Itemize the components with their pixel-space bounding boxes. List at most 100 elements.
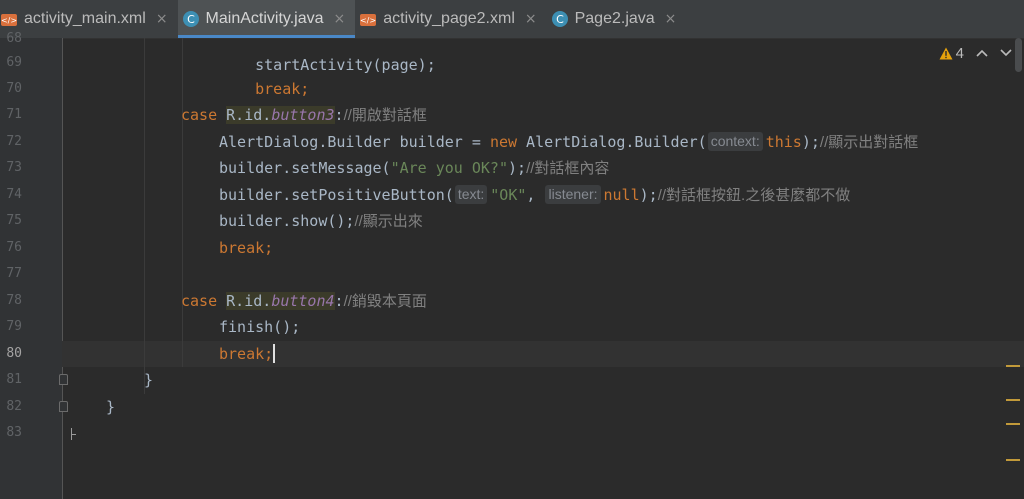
warning-stripe-mark[interactable] — [1006, 399, 1020, 401]
keyword: case — [181, 106, 227, 124]
warning-indicator[interactable]: 4 — [939, 45, 964, 62]
resource-ref: R.id.button4 — [226, 292, 335, 310]
line-number: 81 — [6, 372, 22, 387]
parameter-hint: context: — [707, 132, 763, 151]
line-number: 83 — [6, 425, 22, 440]
close-icon[interactable]: × — [665, 11, 677, 27]
editor-tab-bar: </> activity_main.xml × C MainActivity.j… — [0, 0, 1024, 39]
tab-mainactivity-java[interactable]: C MainActivity.java × — [177, 0, 356, 38]
rid-prefix: R.id. — [226, 106, 272, 124]
code-text: builder.setPositiveButton( — [219, 186, 454, 204]
line-number: 71 — [6, 107, 22, 122]
parameter-hint: text: — [454, 185, 488, 204]
code-line-74: builder.setPositiveButton(text: "OK", lis… — [219, 182, 850, 208]
scrollbar-thumb[interactable] — [1015, 38, 1022, 72]
comment: //顯示出對話框 — [819, 134, 919, 151]
java-class-icon: C — [182, 10, 200, 28]
code-line-69: break; — [219, 50, 309, 98]
code-line-73: builder.setMessage("Are you OK?");//對話框內… — [219, 155, 609, 181]
warning-count: 4 — [955, 45, 964, 62]
indent-guide — [144, 38, 145, 394]
warning-stripe-mark[interactable] — [1006, 459, 1020, 461]
tab-label: activity_page2.xml — [383, 10, 515, 27]
keyword: null — [603, 186, 640, 204]
code-text: ); — [801, 133, 820, 151]
code-text: } — [106, 398, 116, 416]
line-number: 68 — [6, 31, 22, 46]
close-icon[interactable]: × — [334, 11, 346, 27]
comment: //對話框內容 — [526, 160, 610, 177]
line-number: 76 — [6, 240, 22, 255]
warning-icon — [939, 47, 953, 60]
code-text: AlertDialog.Builder( — [517, 133, 707, 151]
line-number: 73 — [6, 160, 22, 175]
code-editor[interactable]: startActivity(page); break; case R.id.bu… — [62, 38, 1024, 499]
line-number-gutter[interactable]: 68 69 70 71 72 73 74 75 76 77 78 79 80 8… — [0, 31, 68, 499]
parameter-hint: listener: — [545, 185, 601, 204]
class-icon-letter: C — [556, 13, 564, 26]
close-icon[interactable]: × — [525, 11, 537, 27]
code-line-75: builder.show();//顯示出來 — [219, 208, 423, 234]
keyword: break; — [219, 345, 274, 363]
line-number: 75 — [6, 213, 22, 228]
code-line-72: AlertDialog.Builder builder = new AlertD… — [219, 129, 918, 155]
indent-guide — [182, 38, 183, 367]
field-ref: button3 — [271, 106, 335, 124]
line-number: 82 — [6, 399, 22, 414]
error-stripe-scrollbar[interactable] — [1004, 38, 1024, 499]
code-line-71: case R.id.button3://開啟對話框 — [181, 102, 427, 128]
code-text: builder.show(); — [219, 212, 355, 230]
comment: //開啟對話框 — [343, 107, 427, 124]
warning-stripe-mark[interactable] — [1006, 423, 1020, 425]
tab-label: Page2.java — [574, 10, 655, 27]
rid-prefix: R.id. — [226, 292, 272, 310]
code-line-76: break; — [219, 235, 273, 261]
code-text: } — [144, 371, 154, 389]
svg-text:</>: </> — [360, 16, 376, 25]
keyword: break; — [219, 239, 274, 257]
tab-label: activity_main.xml — [24, 10, 146, 27]
close-icon[interactable]: × — [156, 11, 168, 27]
comment: //對話框按鈕.之後甚麼都不做 — [657, 187, 851, 204]
tab-label: MainActivity.java — [205, 10, 324, 27]
xml-file-icon: </> — [359, 10, 377, 28]
separator: : — [334, 292, 344, 310]
string-literal: "OK" — [490, 186, 527, 204]
line-number: 72 — [6, 134, 22, 149]
current-line-highlight — [62, 341, 1024, 367]
java-class-icon: C — [551, 10, 569, 28]
previous-highlight-icon[interactable] — [976, 46, 988, 61]
code-line-79: finish(); — [219, 314, 300, 340]
code-line-78: case R.id.button4://銷毀本頁面 — [181, 288, 427, 314]
code-text: finish(); — [219, 318, 301, 336]
code-text: builder.setMessage( — [219, 159, 391, 177]
line-number: 74 — [6, 187, 22, 202]
tab-activity-page2-xml[interactable]: </> activity_page2.xml × — [355, 0, 546, 38]
code-text: ); — [639, 186, 658, 204]
keyword: this — [765, 133, 802, 151]
code-text: , — [526, 186, 536, 204]
code-line-82: } — [106, 394, 115, 420]
separator: : — [334, 106, 344, 124]
code-line-81: } — [144, 367, 153, 393]
inspection-widget[interactable]: 4 — [939, 45, 1012, 62]
warning-stripe-mark[interactable] — [1006, 365, 1020, 367]
code-text: ); — [508, 159, 527, 177]
line-number: 79 — [6, 319, 22, 334]
resource-ref: R.id.button3 — [226, 106, 335, 124]
line-number: 77 — [6, 266, 22, 281]
comment: //顯示出來 — [354, 213, 423, 230]
line-number: 70 — [6, 81, 22, 96]
fold-end-tick — [72, 434, 76, 435]
tab-activity-main-xml[interactable]: </> activity_main.xml × — [0, 0, 178, 38]
line-number-current: 80 — [6, 346, 22, 361]
comment: //銷毀本頁面 — [343, 293, 427, 310]
code-line-80: break; — [219, 341, 276, 367]
field-ref: button4 — [271, 292, 335, 310]
keyword: break; — [255, 80, 310, 98]
text-caret — [273, 344, 276, 363]
line-number: 78 — [6, 293, 22, 308]
keyword: case — [181, 292, 227, 310]
tab-page2-java[interactable]: C Page2.java × — [547, 0, 687, 38]
string-literal: "Are you OK?" — [390, 159, 508, 177]
